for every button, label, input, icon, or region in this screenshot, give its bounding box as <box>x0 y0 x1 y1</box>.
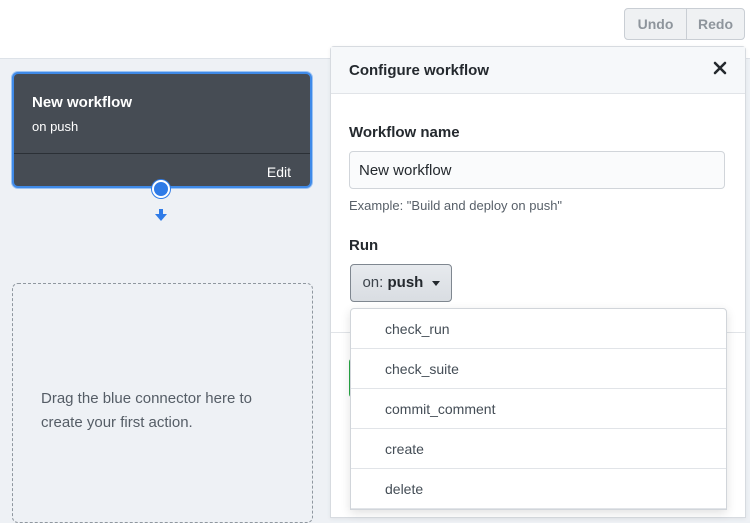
workflow-node[interactable]: New workflow on push Edit <box>12 72 312 188</box>
action-dropzone[interactable]: Drag the blue connector here to create y… <box>12 283 313 523</box>
undo-redo-group: Undo Redo <box>624 8 745 40</box>
edit-link[interactable]: Edit <box>267 164 291 180</box>
workflow-node-title: New workflow <box>32 94 133 111</box>
arrow-down-icon <box>155 209 167 221</box>
event-dropdown-menu: check_run check_suite commit_comment cre… <box>350 308 727 510</box>
dropdown-option-check-run[interactable]: check_run <box>351 309 726 349</box>
workflow-name-input[interactable] <box>349 151 725 189</box>
caret-down-icon <box>431 280 440 286</box>
run-prefix: on: <box>362 274 384 291</box>
node-divider <box>14 153 310 154</box>
blue-connector-handle[interactable] <box>152 180 170 198</box>
dropdown-option-delete[interactable]: delete <box>351 469 726 509</box>
redo-button[interactable]: Redo <box>687 9 744 39</box>
panel-title: Configure workflow <box>349 62 489 79</box>
workflow-name-label: Workflow name <box>349 124 460 141</box>
panel-header: Configure workflow <box>331 47 745 94</box>
workflow-name-hint: Example: "Build and deploy on push" <box>349 198 563 213</box>
dropdown-option-create[interactable]: create <box>351 429 726 469</box>
dropdown-option-commit-comment[interactable]: commit_comment <box>351 389 726 429</box>
dropzone-message: Drag the blue connector here to create y… <box>41 390 252 431</box>
run-selected-value: push <box>387 274 424 291</box>
workflow-node-trigger: on push <box>32 119 79 134</box>
run-label: Run <box>349 237 379 254</box>
undo-button[interactable]: Undo <box>625 9 687 39</box>
close-icon[interactable] <box>713 61 727 75</box>
dropdown-option-check-suite[interactable]: check_suite <box>351 349 726 389</box>
run-event-select[interactable]: on: push <box>350 264 452 302</box>
